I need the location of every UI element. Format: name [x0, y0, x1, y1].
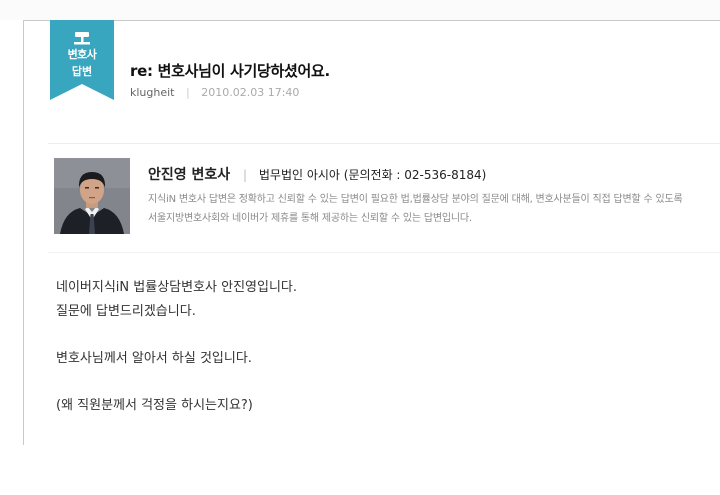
page-bottom-space: [0, 445, 720, 495]
badge-line1: 변호사: [67, 48, 97, 61]
answer-line-4: (왜 직원분께서 걱정을 하시는지요?): [56, 398, 253, 413]
answer-divider: [48, 252, 720, 253]
answer-line-1: 네이버지식iN 법률상담변호사 안진영입니다.: [56, 280, 298, 295]
lawyer-header: 안진영 변호사 | 법무법인 아시아 (문의전화 : 02-536-8184): [148, 164, 486, 184]
section-divider: [48, 143, 720, 144]
top-band: [0, 0, 720, 20]
meta-separator: |: [186, 86, 190, 99]
lawyer-answer-badge: 변호사 답변: [50, 20, 114, 100]
top-border: [24, 20, 720, 21]
lawyer-photo: [54, 158, 130, 234]
left-border: [23, 20, 24, 445]
answer-line-2: 질문에 답변드리겠습니다.: [56, 304, 196, 319]
question-meta: klugheit | 2010.02.03 17:40: [130, 86, 299, 99]
badge-line2: 답변: [71, 65, 93, 78]
author-name[interactable]: klugheit: [130, 86, 175, 99]
lawyer-portrait-icon: [54, 158, 130, 234]
lawyer-name[interactable]: 안진영 변호사: [148, 167, 230, 183]
lawyer-answer-description: 지식iN 변호사 답변은 정확하고 신뢰할 수 있는 답변이 필요한 법,법률상…: [148, 194, 683, 224]
gavel-icon: [74, 32, 90, 45]
lawyer-separator: |: [242, 168, 248, 182]
lawyer-firm: 법무법인 아시아 (문의전화 : 02-536-8184): [258, 168, 487, 182]
question-title[interactable]: re: 변호사님이 사기당하셨어요.: [130, 60, 330, 81]
answer-line-3: 변호사님께서 알아서 하실 것입니다.: [56, 351, 252, 366]
post-date: 2010.02.03 17:40: [201, 86, 300, 99]
